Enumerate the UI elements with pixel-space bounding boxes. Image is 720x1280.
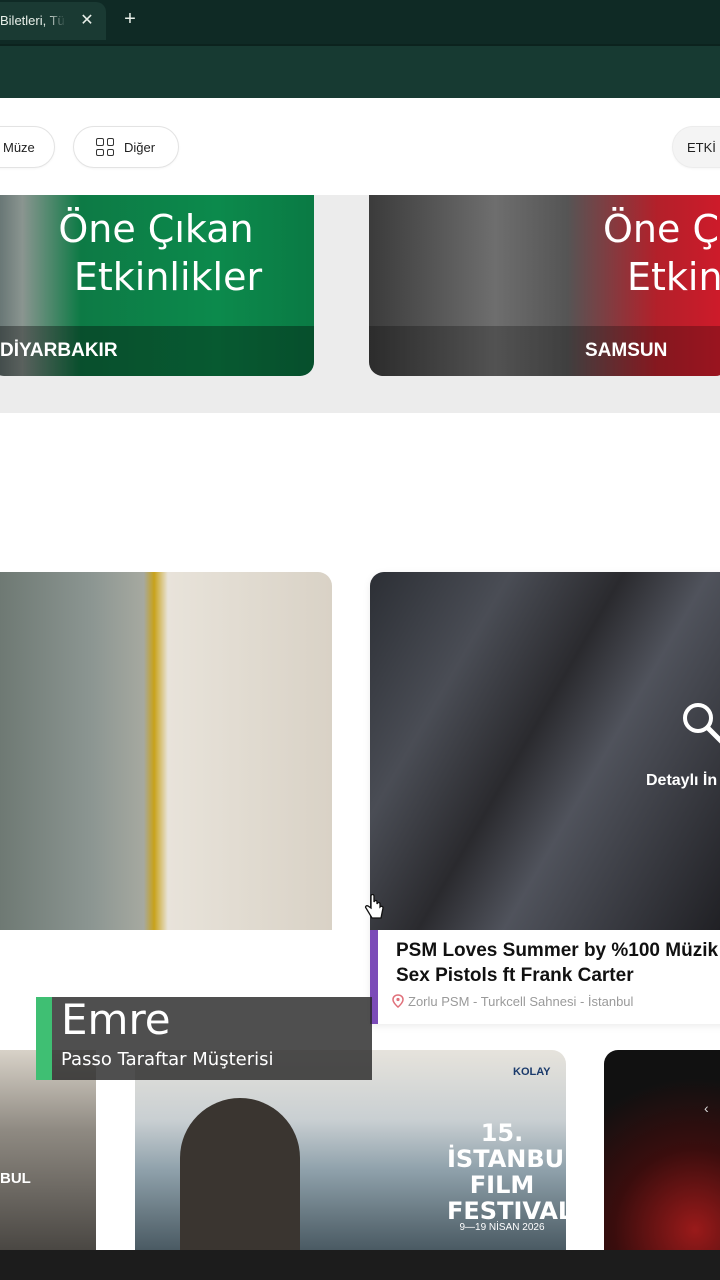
filter-etkinlik-button[interactable]: ETKİ <box>672 126 720 168</box>
close-icon[interactable]: ✕ <box>78 10 96 32</box>
event-card-psm[interactable]: Detaylı İn PSM Loves Summer by %100 Müzi… <box>370 572 720 1024</box>
browser-tab[interactable]: Biletleri, Tü ✕ <box>0 2 106 40</box>
filter-diger-label: Diğer <box>124 139 156 155</box>
lower-third-accent <box>36 997 52 1080</box>
filter-etkinlik-label: ETKİ <box>687 139 716 155</box>
heading-line: Etkin <box>627 255 720 299</box>
featured-cities-section: Öne Çıkan Etkinlikler DİYARBAKIR Öne Ç E… <box>0 195 720 413</box>
grid-icon <box>96 138 114 156</box>
browser-tab-bar: Biletleri, Tü ✕ + <box>0 0 720 44</box>
detail-hover-label[interactable]: Detaylı İn <box>646 772 720 792</box>
city-label: DİYARBAKIR <box>0 340 118 361</box>
event-card-fragment-text: BUL <box>0 1170 31 1187</box>
event-card-image[interactable] <box>0 572 332 930</box>
hand-cursor-icon <box>364 894 384 919</box>
heading-line: Öne Çıkan <box>58 207 254 251</box>
festival-illustration <box>180 1098 300 1250</box>
city-card-heading: Öne Çıkan Etkinlikler <box>26 205 286 301</box>
city-label: SAMSUN <box>585 340 668 361</box>
filter-diger-button[interactable]: Diğer <box>73 126 179 168</box>
festival-logo: KOLAY <box>513 1066 551 1078</box>
event-location-text: Zorlu PSM - Turkcell Sahnesi - İstanbul <box>408 993 634 1009</box>
chevron-left-icon[interactable]: ‹ <box>704 1100 709 1116</box>
featured-city-card-samsun[interactable]: Öne Ç Etkin SAMSUN <box>369 195 720 376</box>
location-pin-icon <box>392 994 404 1008</box>
event-card-image[interactable]: ‹ <box>604 1050 720 1250</box>
browser-toolbar <box>0 44 720 98</box>
heading-line: Etkinlikler <box>73 255 263 299</box>
search-icon <box>683 703 720 744</box>
event-card-image[interactable]: Detaylı İn <box>370 572 720 930</box>
city-name: DİYARBAKIR <box>0 326 314 376</box>
event-title-line2[interactable]: Sex Pistols ft Frank Carter <box>396 965 720 987</box>
event-title-line1[interactable]: PSM Loves Summer by %100 Müzik <box>396 940 720 962</box>
filter-muze-button[interactable]: Müze <box>0 126 55 168</box>
city-card-heading: Öne Ç Etkin <box>603 205 720 301</box>
event-card-film-festival[interactable]: KOLAY 15. İSTANBUL FILM FESTIVALİ 9—19 N… <box>135 1050 566 1250</box>
festival-title: 15. İSTANBUL FILM FESTIVALİ <box>447 1119 566 1225</box>
speaker-name: Emre <box>61 995 171 1044</box>
bottom-bar <box>0 1250 720 1280</box>
event-card-image[interactable]: BUL <box>0 1050 96 1250</box>
speaker-subtitle: Passo Taraftar Müşterisi <box>61 1049 274 1070</box>
name-lower-third: Emre Passo Taraftar Müşterisi <box>36 995 372 1080</box>
featured-city-card-diyarbakir[interactable]: Öne Çıkan Etkinlikler DİYARBAKIR <box>0 195 314 376</box>
heading-line: Öne Ç <box>603 207 719 251</box>
city-name: SAMSUN <box>369 326 720 376</box>
tab-title: Biletleri, Tü <box>0 13 65 28</box>
new-tab-icon[interactable]: + <box>120 8 140 30</box>
festival-date: 9—19 NİSAN 2026 <box>459 1222 545 1233</box>
filter-muze-label: Müze <box>3 139 35 155</box>
event-location: Zorlu PSM - Turkcell Sahnesi - İstanbul <box>392 992 720 1010</box>
